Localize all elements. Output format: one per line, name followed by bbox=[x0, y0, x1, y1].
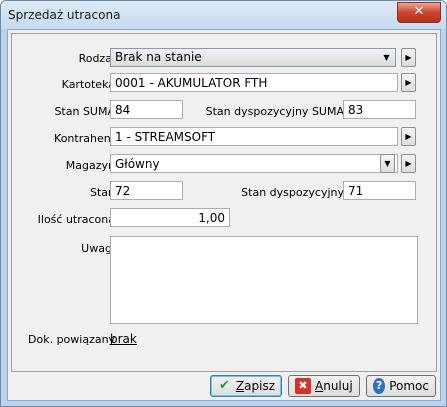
magazyn-value: Główny bbox=[115, 157, 160, 171]
stan-suma-field: 84 bbox=[110, 100, 183, 119]
stan-dysp-suma-field: 83 bbox=[343, 100, 416, 119]
title-bar: Sprzedaż utracona ✕ bbox=[1, 1, 446, 29]
magazyn-dropdown-button[interactable]: ▼ bbox=[380, 154, 395, 173]
rodzaj-value: Brak na stanie bbox=[115, 50, 202, 64]
window-title: Sprzedaż utracona bbox=[8, 8, 121, 22]
dok-link[interactable]: brak bbox=[110, 332, 137, 346]
stan-suma-label: Stan SUMA bbox=[54, 105, 115, 118]
stan-field: 72 bbox=[110, 181, 183, 200]
close-button[interactable]: ✕ bbox=[397, 2, 441, 23]
close-icon: ✖ bbox=[295, 378, 311, 394]
stan-dysp-suma-label: Stan dyspozycyjny SUMA bbox=[205, 105, 344, 118]
ilosc-input[interactable]: 1,00 bbox=[110, 208, 230, 227]
arrow-right-icon: ▶ bbox=[405, 53, 412, 62]
kontrahent-more-button[interactable]: ▶ bbox=[401, 127, 416, 146]
kontrahent-label: Kontrahent bbox=[54, 132, 115, 145]
arrow-right-icon: ▶ bbox=[405, 159, 412, 168]
checkmark-icon: ✔ bbox=[219, 378, 230, 393]
button-bar: ✔ Zapisz ✖ Anuluj ? Pomoc bbox=[8, 370, 440, 400]
stan-dysp-field: 71 bbox=[343, 181, 416, 200]
kartoteka-more-button[interactable]: ▶ bbox=[401, 73, 416, 92]
ilosc-label: Ilość utracona bbox=[37, 213, 115, 226]
magazyn-label: Magazyn bbox=[65, 159, 115, 172]
magazyn-select[interactable]: Główny bbox=[110, 154, 398, 173]
help-icon: ? bbox=[373, 378, 386, 394]
magazyn-more-button[interactable]: ▶ bbox=[401, 154, 416, 173]
kontrahent-input[interactable]: 1 - STREAMSOFT bbox=[110, 127, 398, 146]
save-label: Zapisz bbox=[235, 379, 275, 393]
dok-label: Dok. powiązany bbox=[28, 333, 116, 346]
help-button[interactable]: ? Pomoc bbox=[366, 375, 436, 397]
help-label: Pomoc bbox=[389, 379, 429, 393]
kartoteka-label: Kartoteka bbox=[61, 78, 115, 91]
save-button[interactable]: ✔ Zapisz bbox=[210, 375, 282, 397]
dialog-body: Rodzaj Brak na stanie ▼ ▶ Kartoteka 0001… bbox=[7, 29, 441, 401]
chevron-down-icon: ▼ bbox=[384, 159, 391, 168]
arrow-right-icon: ▶ bbox=[405, 132, 412, 141]
kartoteka-input[interactable]: 0001 - AKUMULATOR FTH bbox=[110, 73, 398, 92]
cancel-label: Anuluj bbox=[315, 379, 353, 393]
stan-dysp-label: Stan dyspozycyjny bbox=[241, 186, 344, 199]
chevron-down-icon: ▼ bbox=[383, 53, 390, 62]
rodzaj-select[interactable]: Brak na stanie ▼ bbox=[110, 48, 396, 67]
rodzaj-more-button[interactable]: ▶ bbox=[401, 48, 416, 67]
arrow-right-icon: ▶ bbox=[405, 78, 412, 87]
cancel-button[interactable]: ✖ Anuluj bbox=[288, 375, 360, 397]
uwagi-textarea[interactable] bbox=[110, 236, 418, 324]
dialog-window: Sprzedaż utracona ✕ Rodzaj Brak na stani… bbox=[0, 0, 447, 407]
